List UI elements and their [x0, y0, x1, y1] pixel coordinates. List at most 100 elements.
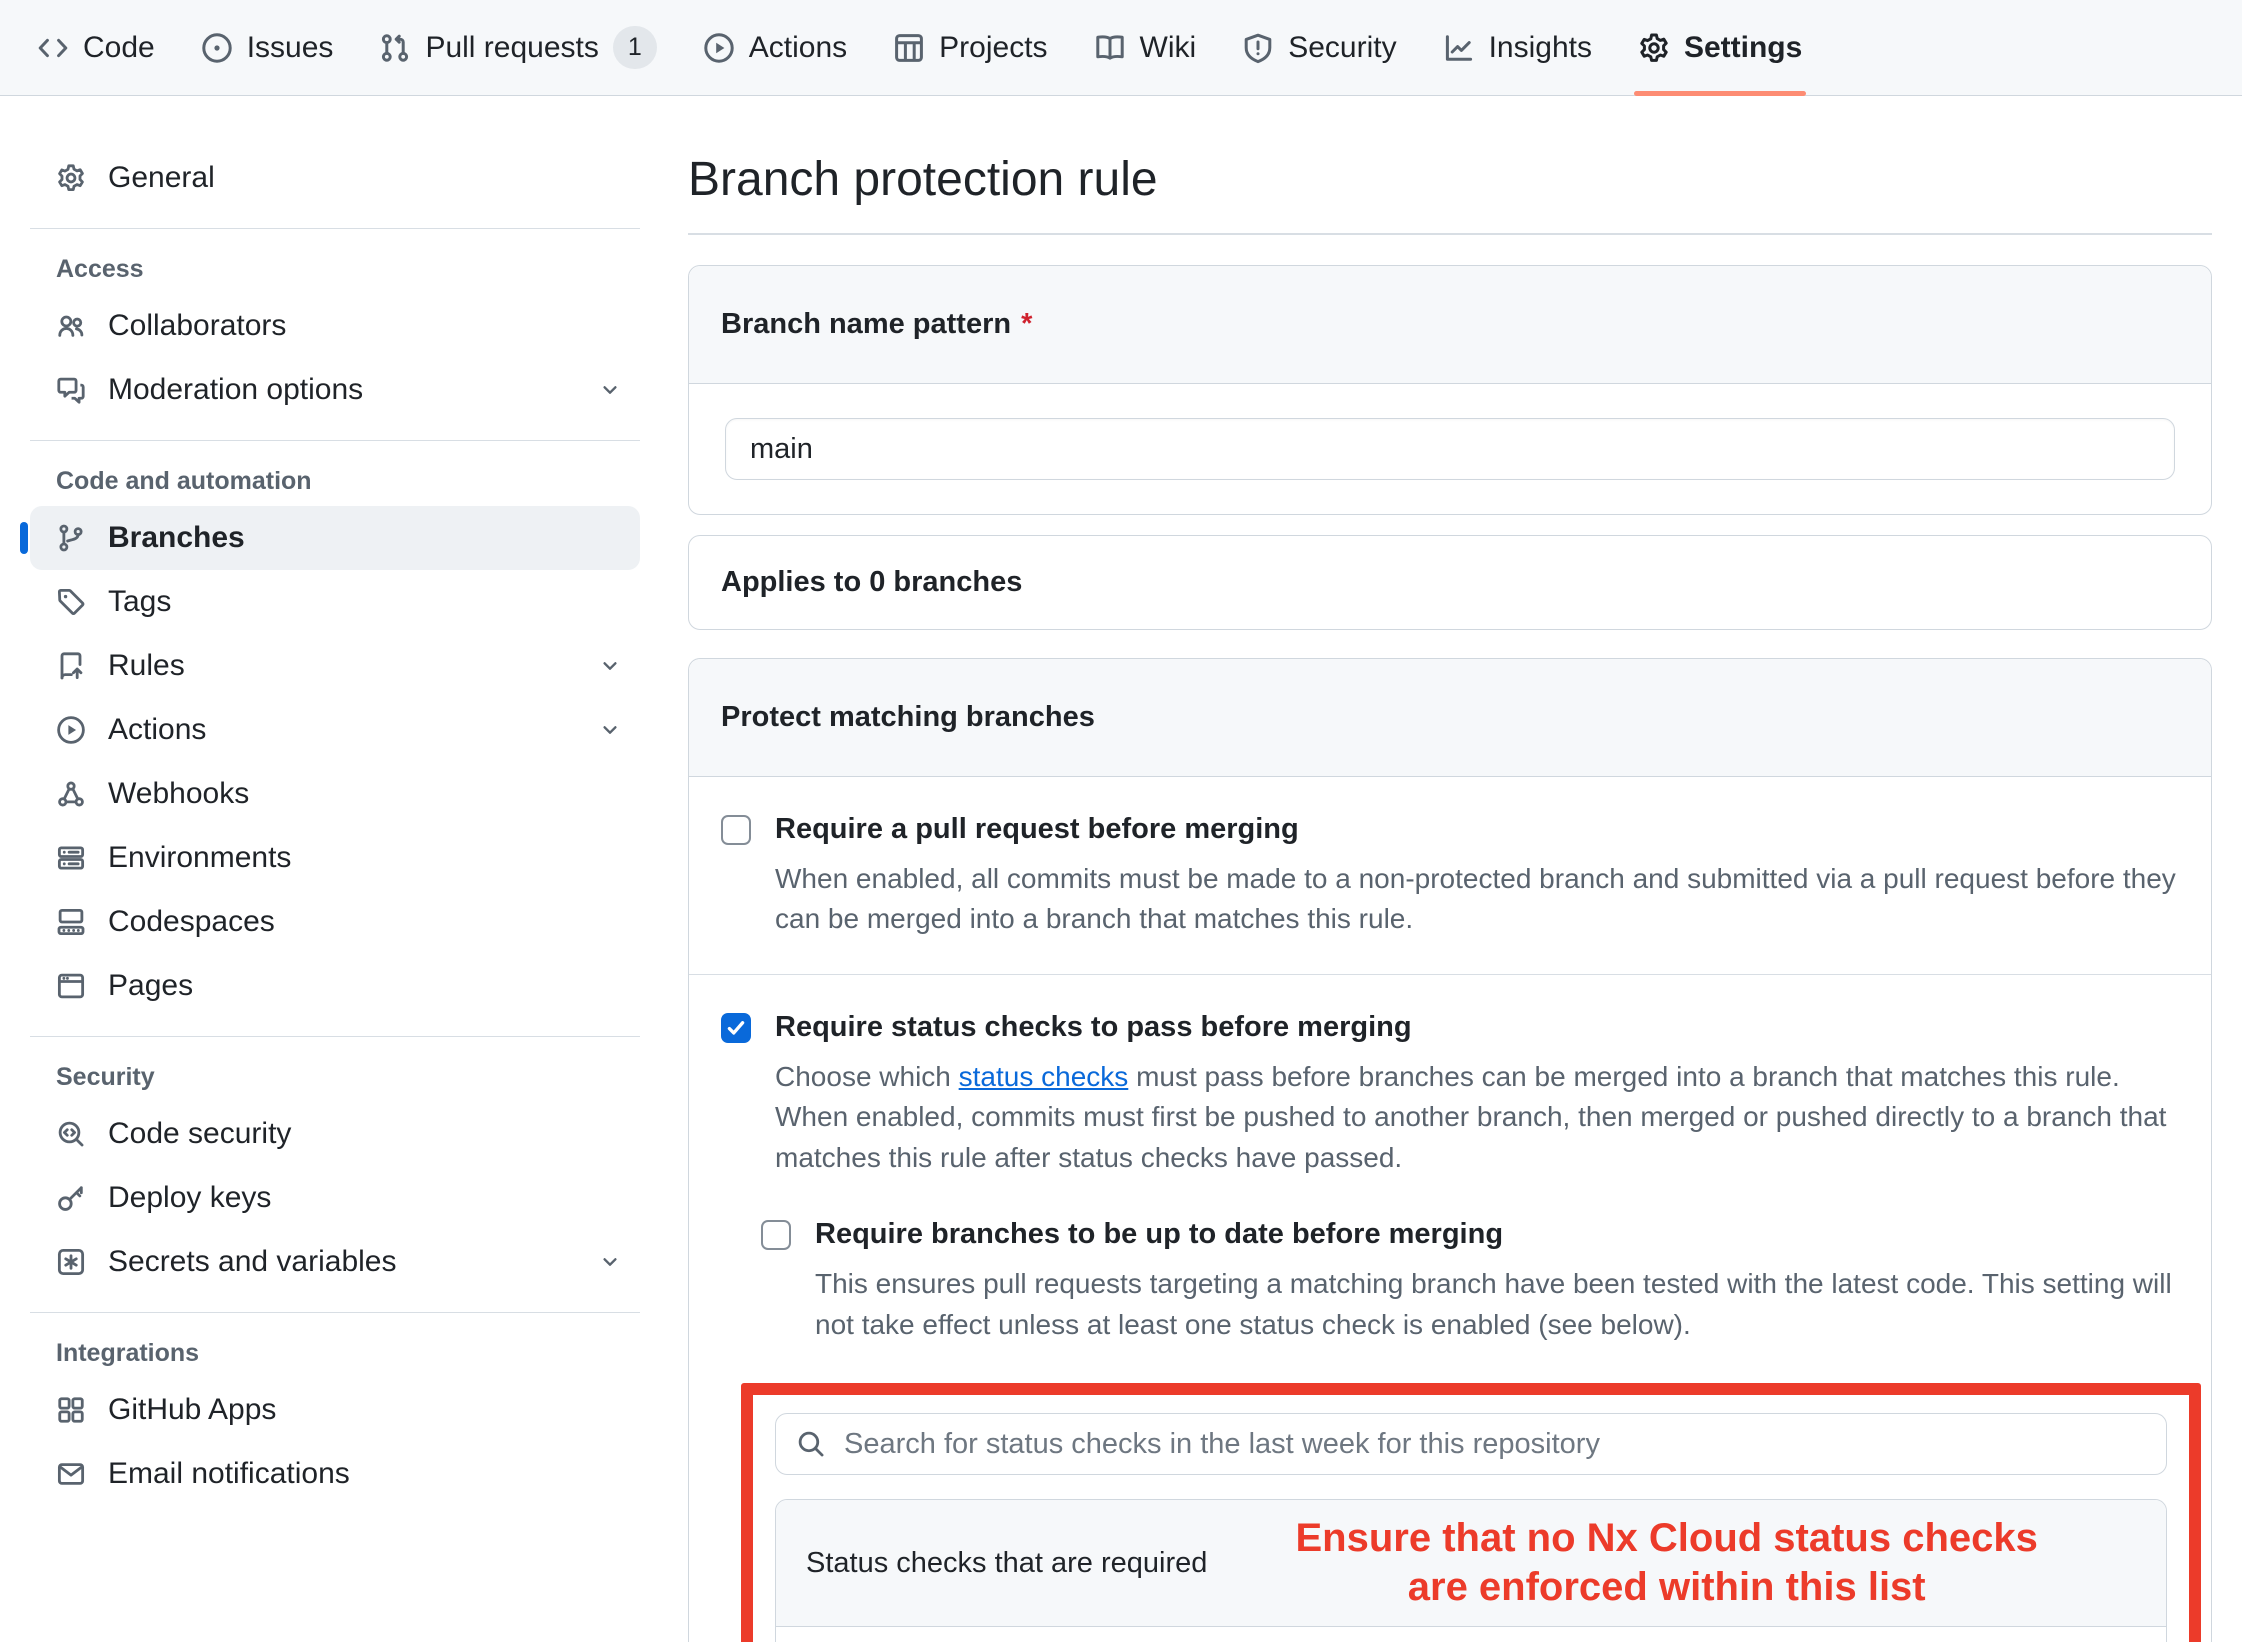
sidebar-section-integrations: Integrations: [30, 1339, 640, 1368]
sidebar-item-label: Environments: [108, 841, 291, 875]
asterisk-box-icon: [56, 1247, 86, 1277]
pull-requests-counter-badge: 1: [613, 26, 657, 69]
status-checks-search-input[interactable]: [844, 1428, 2146, 1461]
sidebar-item-moderation-options[interactable]: Moderation options: [30, 358, 640, 422]
sidebar-item-tags[interactable]: Tags: [30, 570, 640, 634]
branch-name-pattern-input[interactable]: [725, 418, 2175, 480]
annotation-line-2: are enforced within this list: [1207, 1563, 2126, 1612]
applies-to-branches-text: Applies to 0 branches: [721, 566, 1022, 598]
require-pull-request-checkbox[interactable]: [721, 815, 751, 845]
webhook-icon: [56, 779, 86, 809]
gear-icon: [56, 163, 86, 193]
required-status-checks-title: Status checks that are required: [806, 1547, 1207, 1580]
require-status-checks-section: Require status checks to pass before mer…: [689, 975, 2211, 1642]
status-checks-searchbar: [775, 1413, 2167, 1475]
tab-code[interactable]: Code: [19, 0, 173, 95]
branch-name-pattern-card: Branch name pattern *: [688, 265, 2212, 515]
require-pull-request-text: Require a pull request before merging Wh…: [775, 811, 2179, 940]
apps-icon: [56, 1395, 86, 1425]
sidebar-divider: [30, 1036, 640, 1037]
tab-label: Settings: [1684, 31, 1802, 65]
branch-name-pattern-header: Branch name pattern *: [689, 266, 2211, 384]
tab-pull-requests[interactable]: Pull requests 1: [361, 0, 674, 95]
sidebar-item-label: Codespaces: [108, 905, 275, 939]
graph-icon: [1443, 32, 1475, 64]
tab-security[interactable]: Security: [1224, 0, 1414, 95]
sidebar-item-label: Moderation options: [108, 373, 363, 407]
title-divider: [688, 233, 2212, 235]
tab-label: Security: [1288, 31, 1396, 65]
sidebar-divider: [30, 228, 640, 229]
sidebar-item-label: Code security: [108, 1117, 291, 1151]
require-pull-request-label: Require a pull request before merging: [775, 811, 2179, 849]
required-status-checks-header: Status checks that are required Ensure t…: [776, 1500, 2166, 1627]
status-check-row: main GitHub Actions: [776, 1627, 2166, 1642]
sidebar-divider: [30, 1312, 640, 1313]
issue-opened-icon: [201, 32, 233, 64]
require-status-checks-text: Require status checks to pass before mer…: [775, 1009, 2179, 1178]
comment-discussion-icon: [56, 375, 86, 405]
tab-projects[interactable]: Projects: [875, 0, 1065, 95]
branch-name-pattern-label: Branch name pattern: [721, 308, 1011, 340]
tab-label: Actions: [749, 31, 847, 65]
tab-insights[interactable]: Insights: [1425, 0, 1610, 95]
annotation-text: Ensure that no Nx Cloud status checks ar…: [1207, 1514, 2136, 1612]
sidebar-item-label: Secrets and variables: [108, 1245, 397, 1279]
play-icon: [56, 715, 86, 745]
tab-settings[interactable]: Settings: [1620, 0, 1820, 95]
sidebar-item-pages[interactable]: Pages: [30, 954, 640, 1018]
git-branch-icon: [56, 523, 86, 553]
require-pull-request-note: When enabled, all commits must be made t…: [775, 859, 2179, 940]
sidebar-item-label: Tags: [108, 585, 171, 619]
sidebar-item-general[interactable]: General: [30, 146, 640, 210]
check-icon: [724, 1016, 748, 1040]
required-asterisk: *: [1021, 308, 1032, 340]
applies-to-branches-row: Applies to 0 branches: [688, 535, 2212, 630]
require-status-checks-note: Choose which status checks must pass bef…: [775, 1057, 2179, 1179]
page-title: Branch protection rule: [688, 152, 2212, 207]
sidebar-item-label: Branches: [108, 521, 245, 555]
main-content: Branch protection rule Branch name patte…: [658, 96, 2242, 1642]
sidebar-item-label: Actions: [108, 713, 206, 747]
tab-wiki[interactable]: Wiki: [1076, 0, 1215, 95]
sidebar-item-collaborators[interactable]: Collaborators: [30, 294, 640, 358]
require-pull-request-section: Require a pull request before merging Wh…: [689, 777, 2211, 975]
sidebar-item-secrets-variables[interactable]: Secrets and variables: [30, 1230, 640, 1294]
sidebar-item-codespaces[interactable]: Codespaces: [30, 890, 640, 954]
sidebar-section-code-automation: Code and automation: [30, 467, 640, 496]
annotation-highlight-box: Status checks that are required Ensure t…: [741, 1383, 2201, 1642]
tab-actions[interactable]: Actions: [685, 0, 865, 95]
code-icon: [37, 32, 69, 64]
sidebar-section-access: Access: [30, 255, 640, 284]
sidebar-item-actions[interactable]: Actions: [30, 698, 640, 762]
browser-icon: [56, 971, 86, 1001]
sidebar-item-label: Pages: [108, 969, 193, 1003]
sidebar-item-rules[interactable]: Rules: [30, 634, 640, 698]
protect-matching-branches-card: Protect matching branches Require a pull…: [688, 658, 2212, 1642]
sidebar-item-code-security[interactable]: Code security: [30, 1102, 640, 1166]
note-before: Choose which: [775, 1061, 959, 1092]
chevron-down-icon: [598, 654, 622, 678]
require-status-checks-checkbox[interactable]: [721, 1013, 751, 1043]
status-checks-link[interactable]: status checks: [959, 1061, 1129, 1092]
shield-icon: [1242, 32, 1274, 64]
sidebar-item-environments[interactable]: Environments: [30, 826, 640, 890]
codespaces-icon: [56, 907, 86, 937]
sidebar-item-email-notifications[interactable]: Email notifications: [30, 1442, 640, 1506]
branch-name-pattern-body: [689, 384, 2211, 514]
sidebar-item-branches[interactable]: Branches: [30, 506, 640, 570]
sidebar-section-security: Security: [30, 1063, 640, 1092]
sidebar-item-label: Email notifications: [108, 1457, 350, 1491]
up-to-date-subsection: Require branches to be up to date before…: [761, 1216, 2179, 1345]
sidebar-item-deploy-keys[interactable]: Deploy keys: [30, 1166, 640, 1230]
tab-issues[interactable]: Issues: [183, 0, 352, 95]
code-scan-icon: [56, 1119, 86, 1149]
sidebar-divider: [30, 440, 640, 441]
sidebar-item-github-apps[interactable]: GitHub Apps: [30, 1378, 640, 1442]
sidebar-item-webhooks[interactable]: Webhooks: [30, 762, 640, 826]
require-up-to-date-checkbox[interactable]: [761, 1220, 791, 1250]
gear-icon: [1638, 32, 1670, 64]
sidebar-item-label: General: [108, 161, 215, 195]
sidebar-item-label: Collaborators: [108, 309, 286, 343]
book-icon: [1094, 32, 1126, 64]
